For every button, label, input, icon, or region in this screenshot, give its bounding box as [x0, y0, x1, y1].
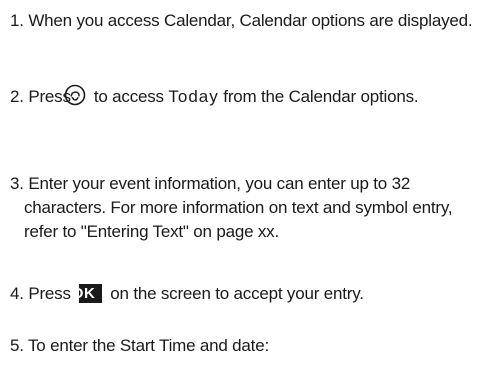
- step-4: 4. PressOK on the screen to accept your e…: [10, 282, 480, 306]
- step-2-number: 2.: [10, 87, 24, 106]
- step-3-text: 3. Enter your event information, you can…: [10, 172, 480, 244]
- step-4-before: Press: [28, 284, 71, 303]
- ok-key-label: OK: [72, 284, 103, 303]
- step-1-content: When you access Calendar, Calendar optio…: [28, 11, 473, 30]
- step-5-content: To enter the Start Time and date:: [28, 336, 269, 355]
- step-1-text: 1. When you access Calendar, Calendar op…: [10, 9, 480, 33]
- step-4-number: 4.: [10, 284, 24, 303]
- step-2-after2: from the Calendar options.: [223, 87, 419, 106]
- step-2: 2. Press to access Today from the Calend…: [10, 84, 480, 113]
- step-5-text: 5. To enter the Start Time and date:: [10, 334, 480, 358]
- step-2-keyword: Today: [168, 87, 219, 106]
- instruction-page: 1. When you access Calendar, Calendar op…: [0, 0, 487, 368]
- center-select-key-icon: [65, 84, 86, 113]
- step-1: 1. When you access Calendar, Calendar op…: [10, 9, 480, 33]
- step-2-after1: to access: [93, 87, 164, 106]
- step-1-number: 1.: [10, 11, 24, 30]
- step-5-number: 5.: [10, 336, 24, 355]
- step-4-text: 4. PressOK on the screen to accept your e…: [10, 282, 480, 306]
- step-3-number: 3.: [10, 174, 24, 193]
- step-3: 3. Enter your event information, you can…: [10, 172, 480, 244]
- step-4-after: on the screen to accept your entry.: [110, 284, 364, 303]
- step-3-content: Enter your event information, you can en…: [24, 174, 453, 241]
- step-2-text: 2. Press to access Today from the Calend…: [10, 84, 480, 113]
- step-5: 5. To enter the Start Time and date:: [10, 334, 480, 358]
